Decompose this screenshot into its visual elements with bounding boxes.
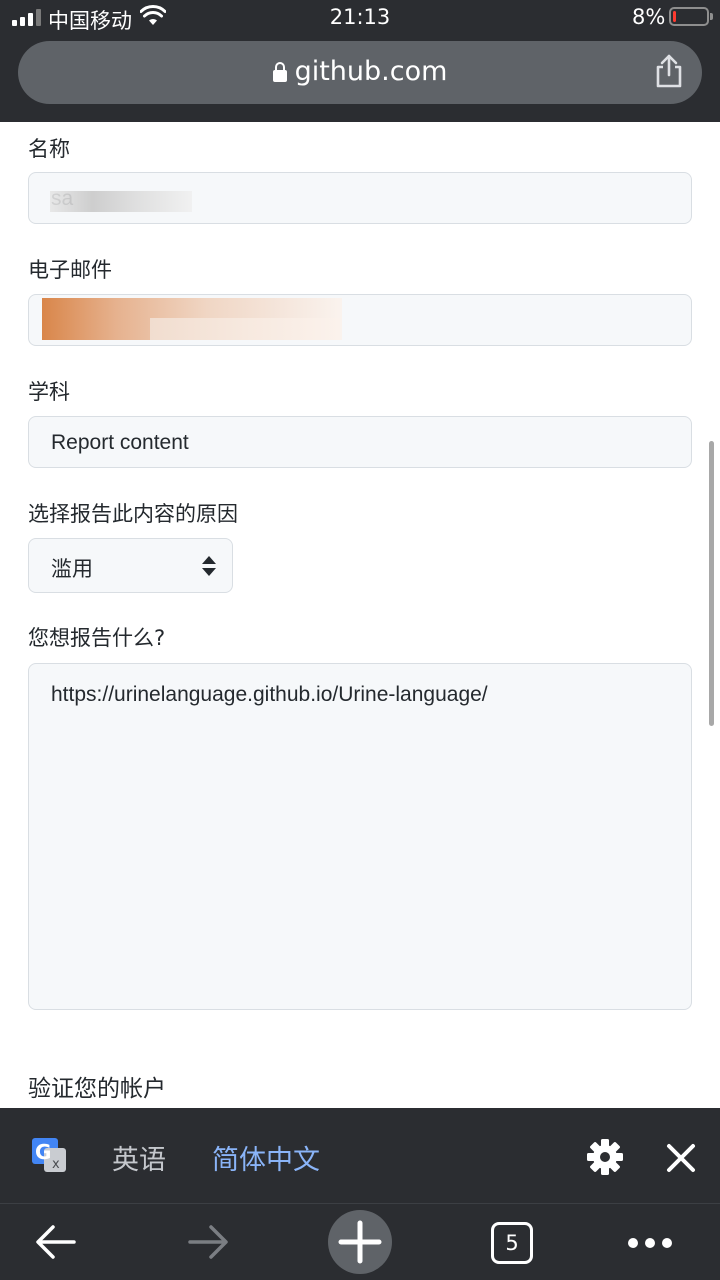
battery-percent: 8% [632, 5, 666, 29]
name-label: 名称 [28, 137, 70, 161]
target-language-tab[interactable]: 简体中文 [212, 1138, 320, 1177]
url-text: github.com [294, 56, 448, 87]
select-updown-icon [202, 556, 216, 576]
url-display[interactable]: github.com [18, 56, 702, 87]
redaction-blur-email-2 [150, 318, 340, 340]
redaction-blur-name [50, 191, 192, 212]
svg-text:x: x [52, 1157, 60, 1172]
more-menu-icon[interactable] [628, 1238, 672, 1248]
back-arrow-icon[interactable] [34, 1222, 78, 1262]
subject-field[interactable]: Report content [28, 416, 692, 468]
report-value: https://urinelanguage.github.io/Urine-la… [51, 683, 488, 706]
battery-icon [669, 7, 713, 26]
subject-label: 学科 [28, 380, 70, 404]
gear-icon[interactable] [586, 1138, 624, 1176]
source-language-tab[interactable]: 英语 [112, 1138, 166, 1177]
email-label: 电子邮件 [28, 258, 112, 282]
status-time: 21:13 [329, 5, 391, 29]
close-icon[interactable] [664, 1141, 698, 1175]
reason-label: 选择报告此内容的原因 [28, 502, 238, 526]
verify-account-heading: 验证您的帐户 [28, 1076, 166, 1102]
translate-bar: G x 英语 简体中文 [0, 1108, 720, 1203]
plus-icon [338, 1220, 382, 1264]
report-label: 您想报告什么? [28, 626, 166, 650]
share-icon[interactable] [654, 53, 684, 89]
lock-icon [272, 62, 287, 82]
status-bar: 中国移动 21:13 8% [0, 0, 720, 36]
battery-level [673, 11, 676, 22]
google-translate-icon: G x [32, 1138, 66, 1172]
svg-text:G: G [35, 1140, 51, 1164]
reason-selected-value: 滥用 [51, 557, 93, 581]
subject-value: Report content [51, 431, 189, 454]
tab-switcher-button[interactable]: 5 [491, 1222, 533, 1264]
page-scrollbar[interactable] [709, 441, 714, 726]
browser-toolbar: 5 [0, 1203, 720, 1280]
new-tab-button[interactable] [328, 1210, 392, 1274]
reason-select[interactable]: 滥用 [28, 538, 233, 593]
browser-top-chrome: 中国移动 21:13 8% github.com [0, 0, 720, 122]
report-textarea[interactable]: https://urinelanguage.github.io/Urine-la… [28, 663, 692, 1010]
forward-arrow-icon[interactable] [186, 1222, 230, 1262]
address-bar[interactable]: github.com [18, 41, 702, 104]
